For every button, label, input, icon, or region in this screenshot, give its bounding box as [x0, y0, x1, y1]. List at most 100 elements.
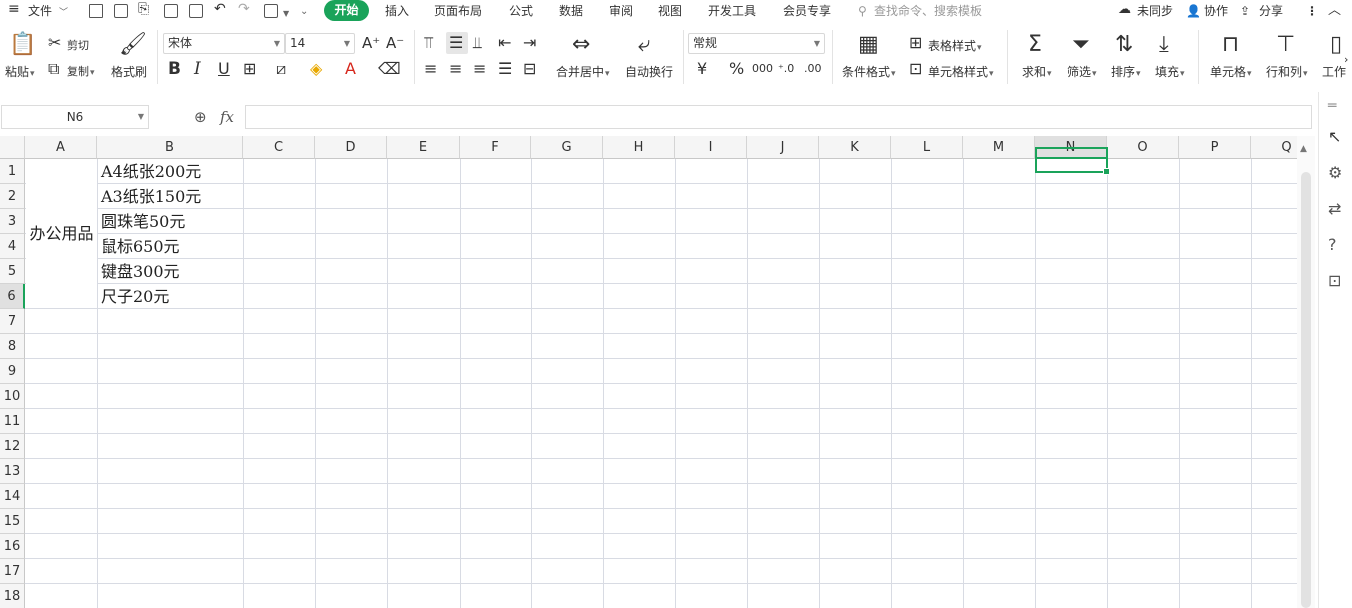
tab-review[interactable]: 审阅	[609, 3, 633, 19]
filter-button[interactable]: 筛选▾	[1067, 63, 1097, 80]
tab-insert[interactable]: 插入	[385, 3, 409, 19]
select-all-corner[interactable]	[0, 136, 25, 159]
conditional-format-icon[interactable]: ▦	[858, 34, 879, 56]
increase-indent-icon[interactable]: ⇥	[523, 35, 536, 51]
transfer-icon[interactable]: ⇄	[1328, 201, 1341, 217]
row-header-16[interactable]: 16	[0, 534, 25, 559]
format-painter-small-icon[interactable]: ⎘	[138, 1, 149, 17]
scrollbar-thumb[interactable]	[1301, 172, 1311, 608]
distributed-icon[interactable]: ⊟	[523, 61, 536, 77]
tab-page-layout[interactable]: 页面布局	[434, 3, 482, 19]
sort-icon[interactable]: ⇅	[1115, 34, 1133, 56]
row-header-2[interactable]: 2	[0, 184, 25, 209]
increase-font-icon[interactable]: A⁺	[362, 35, 380, 51]
cell-b4[interactable]: 鼠标650元	[101, 234, 180, 259]
row-header-5[interactable]: 5	[0, 259, 25, 284]
print-preview-icon[interactable]	[189, 4, 203, 18]
align-right-icon[interactable]: ≡	[473, 61, 486, 77]
cloud-icon[interactable]: ☁	[1118, 2, 1131, 18]
format-painter-button[interactable]: 格式刷	[111, 63, 147, 80]
increase-decimal-icon[interactable]: ⁺.0	[778, 61, 794, 77]
wrap-text-icon[interactable]: ⤶	[638, 34, 650, 56]
italic-icon[interactable]: I	[194, 61, 201, 78]
thousands-icon[interactable]: 000	[752, 61, 773, 77]
open-folder-icon[interactable]	[89, 4, 103, 18]
row-col-icon[interactable]: ⊤	[1276, 34, 1295, 56]
cell-b5[interactable]: 键盘300元	[101, 259, 180, 284]
decrease-font-icon[interactable]: A⁻	[386, 35, 404, 51]
tab-developer[interactable]: 开发工具	[708, 3, 756, 19]
cell-icon[interactable]: ⊓	[1222, 34, 1239, 56]
print-icon[interactable]	[164, 4, 178, 18]
row-col-button[interactable]: 行和列▾	[1266, 63, 1308, 80]
column-header-p[interactable]: P	[1179, 136, 1251, 159]
row-header-14[interactable]: 14	[0, 484, 25, 509]
row-header-18[interactable]: 18	[0, 584, 25, 608]
column-header-l[interactable]: L	[891, 136, 963, 159]
share-button[interactable]: 分享	[1259, 3, 1283, 19]
help-icon[interactable]: ?	[1328, 237, 1337, 253]
merge-center-button[interactable]: 合并居中▾	[556, 63, 610, 80]
merge-icon[interactable]: ⇔	[572, 34, 590, 56]
column-header-i[interactable]: I	[675, 136, 747, 159]
percent-icon[interactable]: %	[729, 61, 744, 77]
tab-view[interactable]: 视图	[658, 3, 682, 19]
diagonal-border-icon[interactable]: ⧄	[276, 61, 286, 77]
align-bottom-icon[interactable]: ⫫	[473, 35, 482, 51]
save-icon[interactable]	[114, 4, 128, 18]
file-menu[interactable]: 文件	[28, 3, 52, 19]
table-style-button[interactable]: 表格样式▾	[928, 37, 982, 54]
column-header-b[interactable]: B	[97, 136, 243, 159]
search-icon[interactable]: ⚲	[858, 3, 867, 19]
fx-icon[interactable]: fx	[220, 108, 234, 126]
table-icon[interactable]	[264, 4, 278, 18]
name-box[interactable]: N6 ▼	[1, 105, 149, 129]
sync-status[interactable]: 未同步	[1137, 3, 1173, 19]
zoom-formula-icon[interactable]: ⊕	[194, 109, 207, 125]
column-header-e[interactable]: E	[387, 136, 460, 159]
align-top-icon[interactable]: ⫪	[424, 35, 433, 51]
row-header-10[interactable]: 10	[0, 384, 25, 409]
worksheet-button[interactable]: 工作	[1322, 63, 1346, 80]
row-header-4[interactable]: 4	[0, 234, 25, 259]
column-header-f[interactable]: F	[460, 136, 531, 159]
sum-icon[interactable]: Σ	[1028, 34, 1042, 56]
merged-cell-a1-a6[interactable]: 办公用品	[26, 160, 97, 308]
column-header-k[interactable]: K	[819, 136, 891, 159]
font-color-icon[interactable]: A	[345, 61, 356, 77]
font-size-select[interactable]: 14 ▼	[285, 33, 355, 54]
filter-icon[interactable]: ⏷	[1072, 34, 1090, 56]
fill-icon[interactable]: ⤓	[1159, 34, 1169, 56]
row-header-6[interactable]: 6	[0, 284, 25, 309]
hamburger-icon[interactable]: ≡	[8, 1, 20, 17]
column-header-g[interactable]: G	[531, 136, 603, 159]
border-icon[interactable]: ⊞	[243, 61, 256, 77]
tab-formula[interactable]: 公式	[509, 3, 533, 19]
tab-data[interactable]: 数据	[559, 3, 583, 19]
fill-color-icon[interactable]: ◈	[310, 61, 322, 77]
conditional-format-button[interactable]: 条件格式▾	[842, 63, 896, 80]
command-search-input[interactable]: 查找命令、搜索模板	[874, 3, 982, 19]
column-header-j[interactable]: J	[747, 136, 819, 159]
column-header-d[interactable]: D	[315, 136, 387, 159]
table-style-icon[interactable]: ⊞	[909, 35, 922, 51]
tab-home[interactable]: 开始	[324, 0, 369, 21]
column-header-m[interactable]: M	[963, 136, 1035, 159]
chevron-down-icon[interactable]: ﹀	[59, 5, 68, 21]
row-header-1[interactable]: 1	[0, 159, 25, 184]
settings-slider-icon[interactable]: ⚙	[1328, 165, 1342, 181]
underline-icon[interactable]: U	[218, 61, 230, 77]
cut-button[interactable]: 剪切	[67, 37, 89, 53]
redo-icon[interactable]: ↷	[238, 1, 250, 17]
cell-style-button[interactable]: 单元格样式▾	[928, 63, 994, 80]
tray-icon[interactable]: ⊡	[1328, 273, 1341, 289]
cell-style-icon[interactable]: ⊡	[909, 61, 922, 77]
active-cell-n6[interactable]	[1035, 147, 1110, 175]
column-header-o[interactable]: O	[1107, 136, 1179, 159]
row-header-3[interactable]: 3	[0, 209, 25, 234]
row-header-9[interactable]: 9	[0, 359, 25, 384]
cell-b1[interactable]: A4纸张200元	[101, 159, 201, 184]
align-middle-icon[interactable]: ☰	[449, 35, 463, 51]
align-center-icon[interactable]: ≡	[449, 61, 462, 77]
row-header-17[interactable]: 17	[0, 559, 25, 584]
